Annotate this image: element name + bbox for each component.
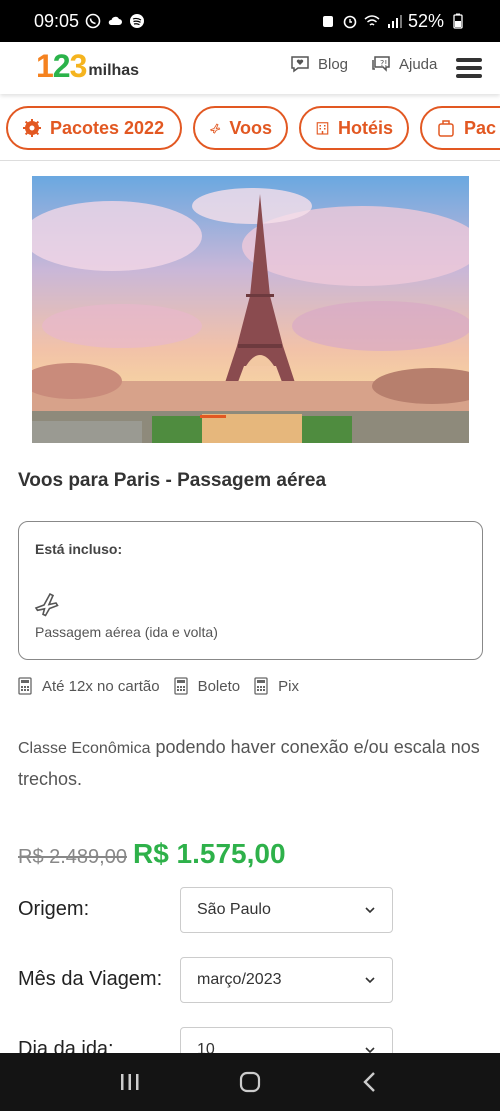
category-pill-pacotes-2[interactable]: Pac (420, 106, 500, 150)
help-link[interactable]: ?! Ajuda (371, 55, 437, 73)
payment-methods: Até 12x no cartão Boleto Pix (18, 677, 299, 695)
status-time: 09:05 (34, 10, 80, 31)
class-label: Classe Econômica (18, 740, 151, 757)
payment-pix: Pix (254, 677, 299, 695)
origin-row: Origem: (18, 898, 180, 921)
gear-badge-icon (23, 119, 41, 137)
cloud-icon (108, 16, 123, 25)
month-select[interactable]: março/2023 (180, 957, 393, 1003)
payment-label: Boleto (197, 677, 241, 695)
alarm-lock-icon (322, 16, 333, 27)
payment-label: Até 12x no cartão (42, 677, 160, 695)
spotify-icon (130, 14, 145, 28)
category-label: Hotéis (337, 117, 393, 138)
plane-icon (210, 123, 221, 134)
whatsapp-icon (85, 13, 101, 29)
site-header: 123 milhas Blog ?! Ajuda (0, 42, 500, 94)
chat-question-icon: ?! (372, 56, 390, 72)
alarm-icon (343, 15, 357, 29)
category-label: Pac (464, 117, 497, 138)
signal-icon (387, 15, 402, 28)
hamburger-menu-icon[interactable] (456, 58, 482, 78)
origin-value: São Paulo (197, 901, 271, 918)
divider (0, 160, 500, 161)
category-label: Pacotes 2022 (50, 117, 165, 138)
payment-boleto: Boleto (173, 677, 241, 695)
origin-label: Origem: (18, 898, 90, 920)
logo-word: milhas (88, 62, 140, 79)
recent-apps-icon[interactable] (115, 1067, 145, 1097)
category-nav: Pacotes 2022 Voos Hotéis Pac (0, 104, 500, 152)
chat-heart-icon (291, 56, 309, 73)
page-title: Voos para Paris - Passagem aérea (18, 470, 327, 491)
home-icon[interactable] (235, 1067, 265, 1097)
back-icon[interactable] (355, 1067, 385, 1097)
logo-number: 123 (36, 48, 87, 84)
included-label: Está incluso: (35, 541, 123, 557)
included-box: Está incluso: Passagem aérea (ida e volt… (18, 521, 483, 660)
payment-pix-icon (254, 677, 268, 695)
blog-label: Blog (318, 55, 349, 73)
payment-label: Pix (278, 677, 299, 695)
origin-select[interactable]: São Paulo (180, 887, 393, 933)
suitcase-icon (438, 120, 454, 137)
plane-icon (34, 592, 59, 617)
month-value: março/2023 (197, 971, 282, 988)
chevron-down-icon (365, 977, 375, 984)
svg-text:?!: ?! (380, 59, 387, 68)
status-bar: 09:05 52% (0, 0, 500, 42)
chevron-down-icon (365, 907, 375, 914)
battery-icon (453, 13, 463, 29)
help-label: Ajuda (399, 55, 438, 73)
included-item: Passagem aérea (ida e volta) (35, 624, 218, 640)
payment-boleto-icon (173, 677, 188, 695)
system-nav-bar (0, 1053, 500, 1111)
wifi-icon (364, 15, 380, 26)
offer-description: Classe Econômica podendo haver conexão e… (18, 732, 482, 795)
carousel-indicator[interactable] (200, 415, 226, 418)
payment-card: Até 12x no cartão (18, 677, 160, 695)
blog-link[interactable]: Blog (290, 55, 348, 73)
month-row: Mês da Viagem: (18, 968, 180, 991)
payment-card-icon (18, 677, 32, 695)
category-pill-voos[interactable]: Voos (193, 106, 288, 150)
battery-percent: 52% (407, 10, 444, 31)
logo-123milhas[interactable]: 123 milhas (36, 50, 139, 82)
category-label: Voos (229, 117, 272, 138)
price-row: R$ 2.489,00 R$ 1.575,00 (18, 838, 286, 870)
category-pill-pacotes[interactable]: Pacotes 2022 (6, 106, 182, 150)
old-price: R$ 2.489,00 (18, 846, 127, 868)
building-icon (316, 122, 329, 135)
category-pill-hoteis[interactable]: Hotéis (299, 106, 409, 150)
month-label: Mês da Viagem: (18, 968, 163, 990)
new-price: R$ 1.575,00 (132, 838, 286, 869)
hero-image-eiffel-tower (32, 176, 469, 443)
